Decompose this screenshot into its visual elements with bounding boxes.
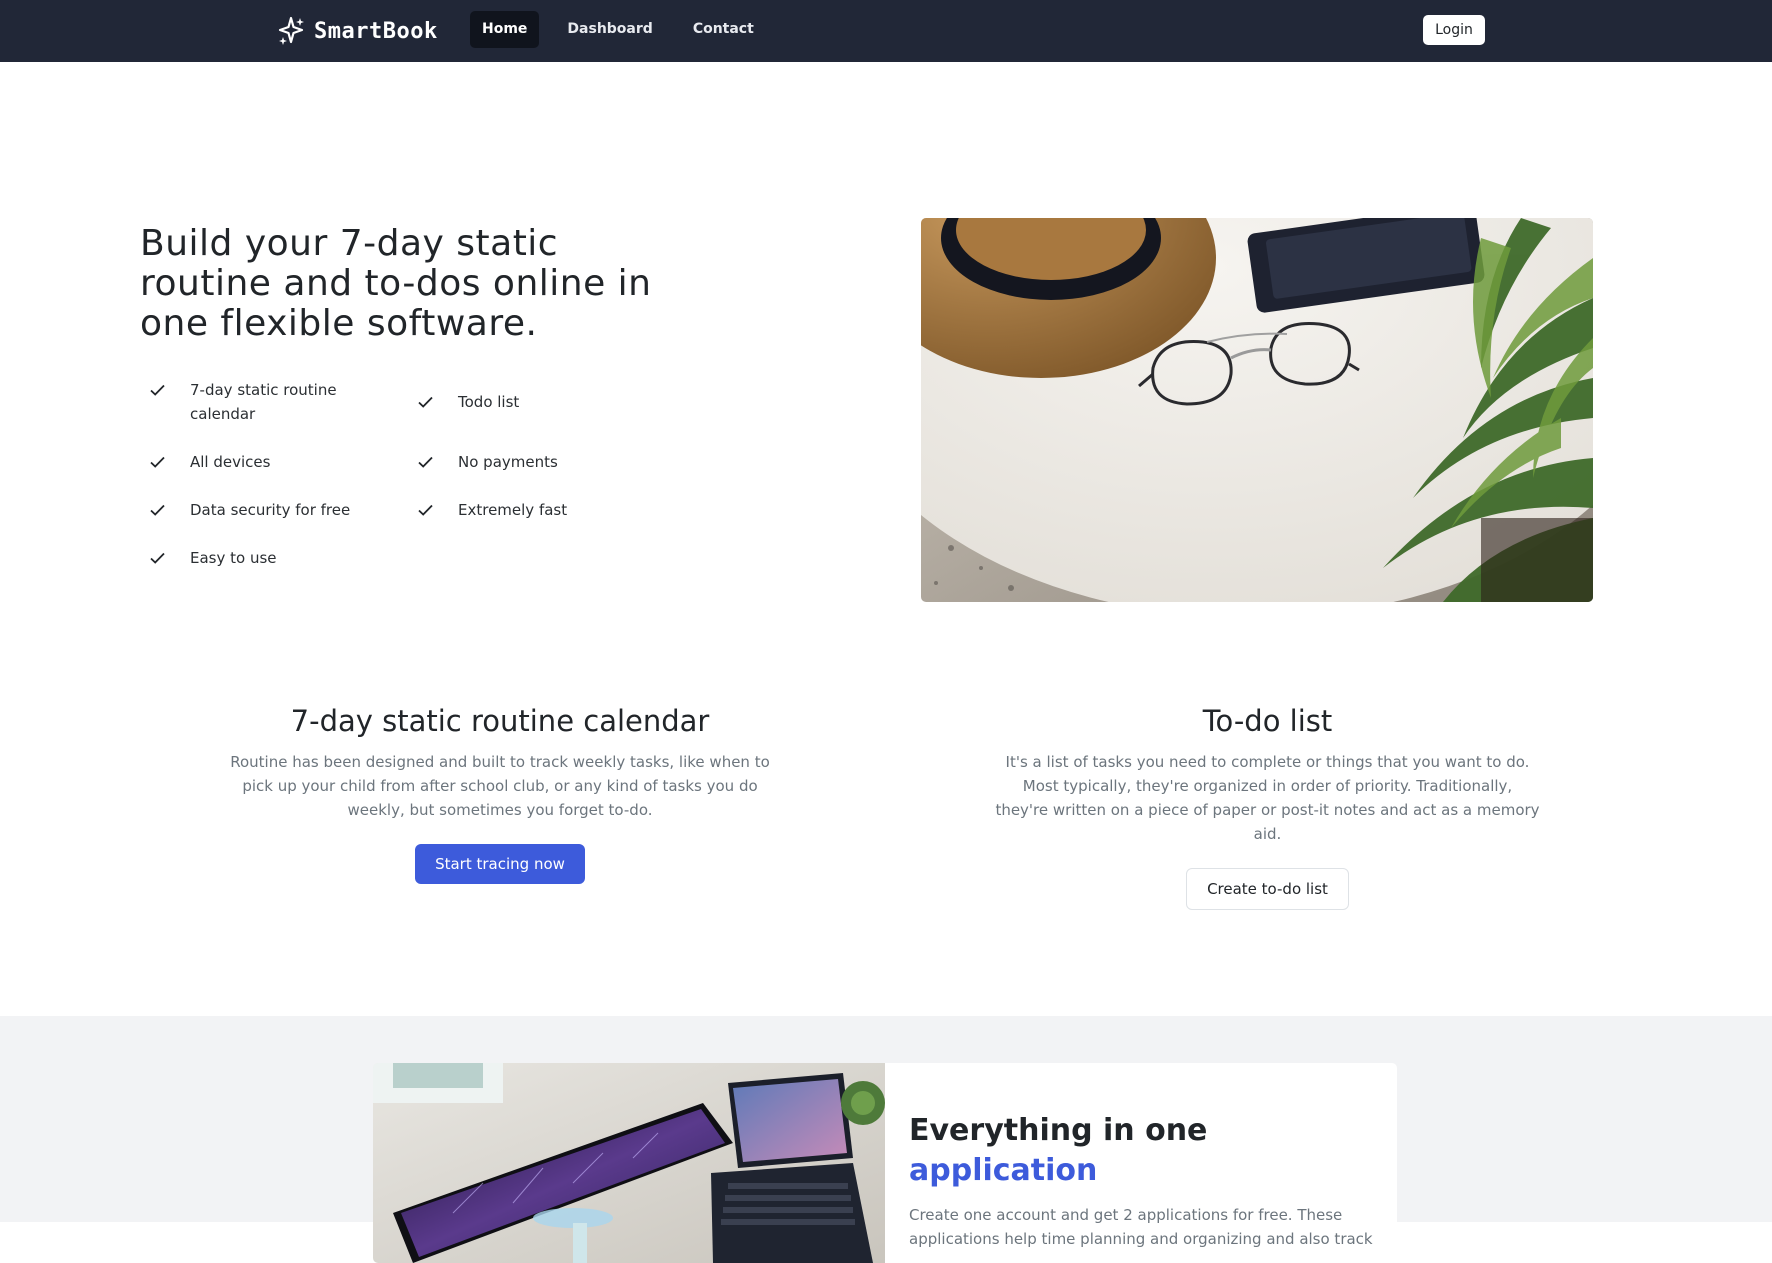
feature-label: Extremely fast <box>458 501 568 519</box>
sparkle-icon <box>278 16 306 46</box>
checkmark-icon <box>418 498 436 522</box>
checkmark-icon <box>418 450 436 474</box>
feature-label: Data security for free <box>190 501 351 519</box>
everything-title-plain: Everything in one <box>909 1113 1208 1148</box>
checkmark-icon <box>150 546 168 570</box>
feature-item: Easy to use <box>150 546 350 570</box>
nav-links: Home Dashboard Contact <box>470 11 766 48</box>
todo-section: To-do list It's a list of tasks you need… <box>995 700 1540 910</box>
feature-label: Todo list <box>458 393 520 411</box>
nav-dashboard[interactable]: Dashboard <box>555 11 664 48</box>
create-todo-button[interactable]: Create to-do list <box>1186 868 1349 910</box>
routine-section: 7-day static routine calendar Routine ha… <box>230 700 770 884</box>
checkmark-icon <box>150 378 168 402</box>
nav-home[interactable]: Home <box>470 11 540 48</box>
brand-link[interactable]: SmartBook <box>278 14 438 48</box>
everything-image <box>373 1063 885 1263</box>
feature-label: No payments <box>458 453 558 471</box>
todo-text: It's a list of tasks you need to complet… <box>995 753 1540 843</box>
everything-title-accent: application <box>909 1153 1098 1188</box>
feature-item: All devices <box>150 450 350 474</box>
everything-section: Everything in one application Create one… <box>0 1016 1772 1263</box>
todo-title: To-do list <box>1202 704 1333 738</box>
routine-title: 7-day static routine calendar <box>290 704 710 738</box>
brand-name: SmartBook <box>314 18 438 44</box>
feature-label: 7-day static routine calendar <box>190 381 337 423</box>
checkmark-icon <box>150 498 168 522</box>
hero-title: Build your 7-day static routine and to-d… <box>140 223 652 344</box>
everything-text: Create one account and get 2 application… <box>909 1206 1373 1248</box>
checkmark-icon <box>150 450 168 474</box>
feature-item: No payments <box>418 450 618 474</box>
feature-item: 7-day static routine calendar <box>150 378 350 426</box>
feature-item: Data security for free <box>150 498 390 522</box>
everything-card: Everything in one application Create one… <box>373 1063 1397 1263</box>
hero-image <box>921 218 1593 602</box>
feature-item: Todo list <box>418 390 618 414</box>
feature-item: Extremely fast <box>418 498 618 522</box>
feature-label: Easy to use <box>190 549 277 567</box>
everything-body: Everything in one application Create one… <box>909 1111 1379 1251</box>
checkmark-icon <box>418 390 436 414</box>
start-tracing-button[interactable]: Start tracing now <box>415 844 585 884</box>
everything-title: Everything in one application <box>909 1111 1379 1191</box>
top-navbar: SmartBook Home Dashboard Contact Login <box>0 0 1772 62</box>
login-button[interactable]: Login <box>1423 15 1485 45</box>
nav-contact[interactable]: Contact <box>681 11 766 48</box>
feature-label: All devices <box>190 453 271 471</box>
routine-text: Routine has been designed and built to t… <box>230 753 770 819</box>
